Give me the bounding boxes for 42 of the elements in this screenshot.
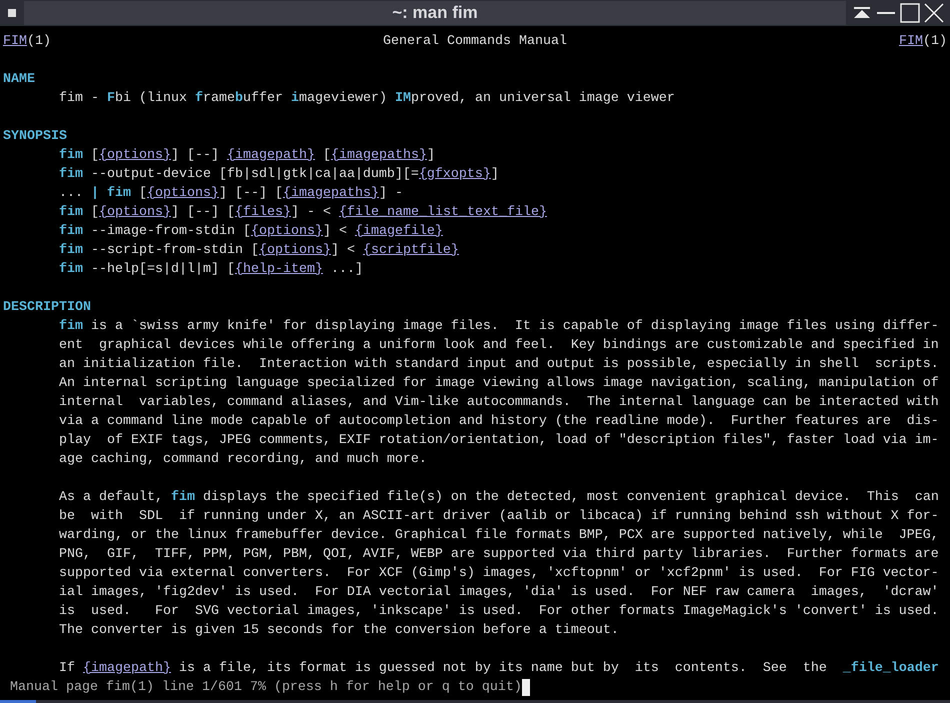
manual-text-line: An internal scripting language specialized for image viewing allows image navigation, scaling, manipulation of: [59, 375, 939, 393]
manual-text-line: fim --image-from-stdin [{options}] < {imagefile}: [59, 223, 443, 241]
close-button[interactable]: [922, 1, 946, 25]
manual-text-line: internal variables, command aliases, and Vim-like autocommands. The internal language can be interacted with: [59, 394, 939, 412]
manual-text-line: If {imagepath} is a file, its format is guessed not by its name but by its contents. See the _file_loader: [59, 660, 939, 678]
minimize-icon: [877, 11, 895, 15]
close-icon: [924, 3, 944, 23]
page-name: FIM(1): [899, 33, 947, 51]
maximize-icon: [900, 3, 920, 23]
manual-text-line: via a command line mode capable of autocompletion and history (the readline mode). Further features are dis-: [59, 413, 939, 431]
manual-text-line: ial images, 'fig2dev' is used. For DIA vectorial images, 'dia' is used. For NEF raw camera images, 'dcraw': [59, 584, 939, 602]
manual-text-line: be with SDL if running under X, an ASCII-art driver (aalib or libcaca) if running behind ssh without X for-: [59, 508, 939, 526]
window-title: ~: man fim: [24, 1, 846, 25]
manual-text-line: fim - Fbi (linux framebuffer imageviewer) IMproved, an universal image viewer: [59, 90, 675, 108]
status-line: Manual page fim(1) line 1/601 7% (press h for help or q to quit): [10, 679, 522, 697]
manual-text-line: warding, or the linux framebuffer device. Graphical file formats BMP, PCX are supported natively, while JPEG,: [59, 527, 939, 545]
manual-text-line: an initialization file. Interaction with standard input and output is possible, especially in shell scripts.: [59, 356, 939, 374]
keep-above-icon: [852, 6, 872, 20]
manual-text-line: fim [{options}] [--] {imagepath} [{imagepaths}]: [59, 147, 435, 165]
manual-text-line: fim --script-from-stdin [{options}] < {scriptfile}: [59, 242, 459, 260]
manual-text-line: supported via external converters. For XCF (Gimp's) images, 'xcftopnm' or 'xcf2pnm' is used. For FIG vector-: [59, 565, 939, 583]
manual-title: General Commands Manual: [383, 33, 567, 51]
window-menu-icon: [8, 9, 16, 17]
manual-text-line: PNG, GIF, TIFF, PPM, PGM, PBM, QOI, AVIF, WEBP are supported via third party libraries. Further formats are: [59, 546, 939, 564]
manual-text-line: fim [{options}] [--] [{files}] - < {file_name_list_text_file}: [59, 204, 547, 222]
manual-text-line: age caching, command recording, and much more.: [59, 451, 427, 469]
page-name: FIM(1): [3, 33, 51, 51]
manual-text-line: fim --help[=s|d|l|m] [{help-item} ...]: [59, 261, 363, 279]
manual-text-line: fim --output-device [fb|sdl|gtk|ca|aa|dumb][={gfxopts}]: [59, 166, 499, 184]
text-cursor: [522, 679, 530, 696]
manual-text-line: As a default, fim displays the specified file(s) on the detected, most convenient graphical device. This can: [59, 489, 939, 507]
manual-text-line: play of EXIF tags, JPEG comments, EXIF rotation/orientation, load of "description files", faster load via im-: [59, 432, 939, 450]
scroll-indicator: [0, 700, 36, 703]
manual-text-line: ... | fim [{options}] [--] [{imagepaths}] -: [59, 185, 403, 203]
manual-text-line: is used. For SVG vectorial images, 'inkscape' is used. For other formats ImageMagick's 'convert' is used.: [59, 603, 939, 621]
manual-text-line: fim is a `swiss army knife' for displaying image files. It is capable of displaying image files using differ-: [59, 318, 939, 336]
section-heading: SYNOPSIS: [3, 128, 67, 146]
section-heading: NAME: [3, 71, 35, 89]
section-heading: DESCRIPTION: [3, 299, 91, 317]
maximize-button[interactable]: [898, 1, 922, 25]
manual-text-line: ent graphical devices while offering a uniform look and feel. Key bindings are customizable and specified in: [59, 337, 939, 355]
manual-text-line: The converter is given 15 seconds for the conversion before a timeout.: [59, 622, 619, 640]
